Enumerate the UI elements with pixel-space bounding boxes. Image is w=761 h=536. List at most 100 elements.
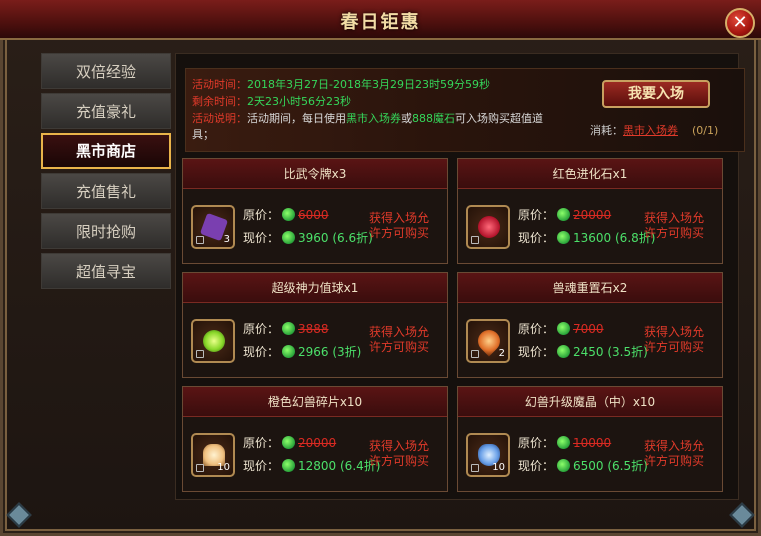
shop-item-card: 兽魂重置石x2 2 原价： 7000 现价： 2450 (3.5折) 获得入场允许方… [457,272,723,378]
item-name: 幻兽升级魔晶（中）x10 [458,387,722,417]
item-name: 兽魂重置石x2 [458,273,722,303]
jade-currency-icon [282,345,296,358]
enter-market-button[interactable]: 我要入场 [602,80,710,108]
original-price-label: 原价： [518,436,555,450]
item-name: 红色进化石x1 [458,159,722,189]
desc-text: 或 [401,112,412,125]
consume-item-link[interactable]: 黑市入场券 [623,124,678,137]
current-price-label: 现价： [518,231,555,245]
shop-item-card: 橙色幻兽碎片x10 10 原价： 20000 现价： 12800 (6.4折) 获得… [182,386,448,492]
original-price-row: 原价： 6000 [243,206,329,223]
sidebar-item-recharge-gift[interactable]: 充值豪礼 [41,93,171,129]
jade-currency-icon [557,345,571,358]
lock-icon [196,236,204,244]
item-icon[interactable]: 10 [466,433,510,477]
current-price-row: 现价： 13600 (6.8折) [518,229,655,246]
lock-icon [196,350,204,358]
purchase-condition: 获得入场允许方可购买 [644,211,705,240]
consume-info: 消耗：黑市入场券 (0/1) [590,122,718,138]
window-title: 春日钜惠 [340,12,421,33]
desc-text: 活动期间，每日使用 [247,112,346,125]
item-icon[interactable]: 2 [466,319,510,363]
lock-icon [471,236,479,244]
current-price: 2450 (3.5折) [573,345,648,359]
current-price: 2966 (3折) [298,345,362,359]
jade-currency-icon [557,208,571,221]
original-price: 20000 [298,436,337,450]
sidebar-item-flash-sale[interactable]: 限时抢购 [41,213,171,249]
jade-currency-icon [282,231,296,244]
item-icon[interactable] [191,319,235,363]
current-price: 3960 (6.6折) [298,231,373,245]
item-icon[interactable] [466,205,510,249]
desc-text: 可入场购买超值道 [455,112,543,125]
original-price-label: 原价： [518,208,555,222]
consume-label: 消耗： [590,124,623,137]
item-icon[interactable]: 10 [191,433,235,477]
item-icon[interactable]: 3 [191,205,235,249]
purchase-condition: 获得入场允许方可购买 [644,439,705,468]
original-price-row: 原价： 20000 [518,206,611,223]
shop-item-card: 红色进化石x1 原价： 20000 现价： 13600 (6.8折) 获得入场允许方… [457,158,723,264]
original-price-row: 原价： 7000 [518,320,604,337]
remain-value: 2天23小时56分23秒 [247,95,351,108]
original-price-label: 原价： [518,322,555,336]
lock-icon [471,350,479,358]
remaining-time-line: 剩余时间：2天23小时56分23秒 [192,93,351,109]
lock-icon [471,464,479,472]
purchase-condition: 获得入场允许方可购买 [369,439,430,468]
description-line-2: 具； [192,128,214,141]
jade-currency-icon [282,208,296,221]
item-quantity: 3 [223,234,230,245]
jade-currency-icon [282,459,296,472]
current-price-row: 现价： 3960 (6.6折) [243,229,373,246]
power-orb-icon [203,330,225,352]
original-price: 6000 [298,208,329,222]
original-price: 20000 [573,208,612,222]
original-price-row: 原价： 20000 [243,434,336,451]
close-icon: ✕ [732,12,748,33]
desc-label: 活动说明： [192,112,247,125]
current-price-row: 现价： 12800 (6.4折) [243,457,380,474]
sidebar-item-treasure-hunt[interactable]: 超值寻宝 [41,253,171,289]
description-line: 活动说明：活动期间，每日使用黑市入场券或888魔石可入场购买超值道 [192,110,543,126]
evolution-stone-icon [478,216,500,238]
original-price: 3888 [298,322,329,336]
current-price-label: 现价： [243,345,280,359]
current-price-label: 现价： [243,459,280,473]
close-button[interactable]: ✕ [725,8,755,38]
original-price-label: 原价： [243,436,280,450]
consume-count: (0/1) [692,124,719,137]
remain-label: 剩余时间： [192,95,247,108]
time-value: 2018年3月27日-2018年3月29日23时59分59秒 [247,78,490,91]
shop-item-card: 超级神力值球x1 原价： 3888 现价： 2966 (3折) 获得入场允许方可购买 [182,272,448,378]
desc-stone: 888魔石 [412,112,455,125]
time-label: 活动时间： [192,78,247,91]
sidebar-item-recharge-sale[interactable]: 充值售礼 [41,173,171,209]
item-quantity: 10 [492,462,505,473]
jade-currency-icon [282,436,296,449]
desc-ticket: 黑市入场券 [346,112,401,125]
jade-currency-icon [282,322,296,335]
purchase-condition: 获得入场允许方可购买 [369,325,430,354]
jade-currency-icon [557,322,571,335]
current-price: 6500 (6.5折) [573,459,648,473]
original-price: 7000 [573,322,604,336]
current-price-label: 现价： [243,231,280,245]
item-name: 比武令牌x3 [183,159,447,189]
original-price: 10000 [573,436,612,450]
shop-item-card: 比武令牌x3 3 原价： 6000 现价： 3960 (6.6折) 获得入场允许方可… [182,158,448,264]
original-price-row: 原价： 3888 [243,320,329,337]
original-price-label: 原价： [243,322,280,336]
event-time-line: 活动时间：2018年3月27日-2018年3月29日23时59分59秒 [192,76,490,92]
current-price-label: 现价： [518,459,555,473]
original-price-label: 原价： [243,208,280,222]
sidebar-item-double-exp[interactable]: 双倍经验 [41,53,171,89]
sidebar-item-black-market[interactable]: 黑市商店 [41,133,171,169]
current-price-row: 现价： 2966 (3折) [243,343,361,360]
purchase-condition: 获得入场允许方可购买 [369,211,430,240]
item-name: 超级神力值球x1 [183,273,447,303]
current-price-row: 现价： 2450 (3.5折) [518,343,648,360]
lock-icon [196,464,204,472]
item-quantity: 10 [217,462,230,473]
